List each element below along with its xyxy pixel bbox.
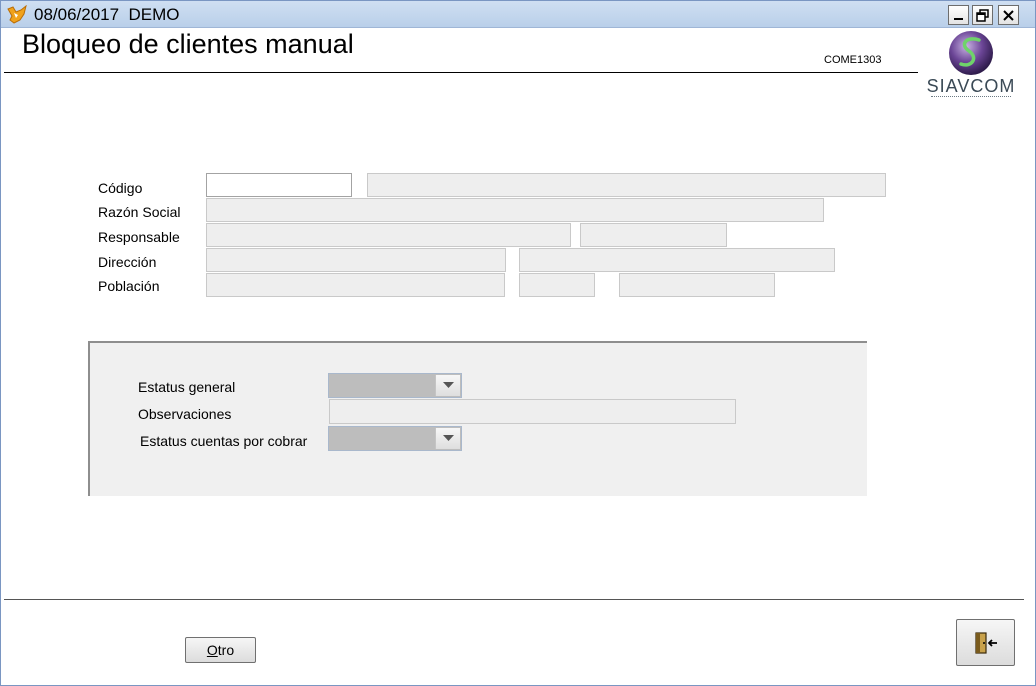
otro-label: tro [217, 642, 235, 658]
close-icon [1003, 9, 1014, 21]
otro-button[interactable]: Otro [185, 637, 256, 663]
close-button[interactable] [998, 5, 1019, 25]
poblacion-label: Población [98, 278, 160, 294]
razon-social-field [206, 198, 824, 222]
minimize-button[interactable] [948, 5, 969, 25]
responsable-field [206, 223, 571, 247]
title-divider [4, 72, 918, 73]
page-title: Bloqueo de clientes manual [22, 29, 354, 59]
estatus-cxc-select[interactable] [328, 426, 462, 451]
otro-hotkey: O [206, 642, 218, 658]
direccion-label: Dirección [98, 254, 157, 270]
estatus-general-select[interactable] [328, 373, 462, 398]
footer-divider [4, 599, 1024, 600]
fox-icon [6, 4, 28, 25]
logo-tagline [931, 96, 1011, 99]
codigo-input[interactable] [206, 173, 352, 197]
window-title: 08/06/2017 DEMO [34, 5, 180, 24]
state-field [619, 273, 775, 297]
direccion-field [206, 248, 506, 272]
observaciones-label: Observaciones [138, 406, 232, 422]
logo-emblem-icon [949, 31, 993, 75]
poblacion-field [206, 273, 505, 297]
responsable-label: Responsable [98, 229, 180, 245]
logo-text: SIAVCOM [926, 76, 1016, 96]
estatus-general-label: Estatus general [138, 379, 236, 395]
siavcom-logo: SIAVCOM [923, 30, 1019, 100]
chevron-down-icon[interactable] [435, 428, 460, 449]
observaciones-field [329, 399, 736, 424]
exit-button[interactable] [956, 619, 1015, 666]
exit-door-icon [974, 631, 997, 654]
restore-icon [976, 8, 989, 22]
client-name-field [367, 173, 886, 197]
restore-button[interactable] [972, 5, 993, 25]
form-code: COME1303 [824, 54, 882, 66]
chevron-down-icon[interactable] [435, 375, 460, 396]
postal-code-field [519, 273, 595, 297]
responsable-extra-field [580, 223, 727, 247]
title-bar[interactable]: 08/06/2017 DEMO [1, 1, 1035, 28]
razon-social-label: Razón Social [98, 204, 181, 220]
direccion-extra-field [519, 248, 835, 272]
minimize-icon [953, 18, 963, 20]
codigo-label: Código [98, 180, 143, 196]
app-window: 08/06/2017 DEMO Bloqueo de clientes manu… [0, 0, 1036, 686]
estatus-cxc-label: Estatus cuentas por cobrar [140, 433, 308, 449]
